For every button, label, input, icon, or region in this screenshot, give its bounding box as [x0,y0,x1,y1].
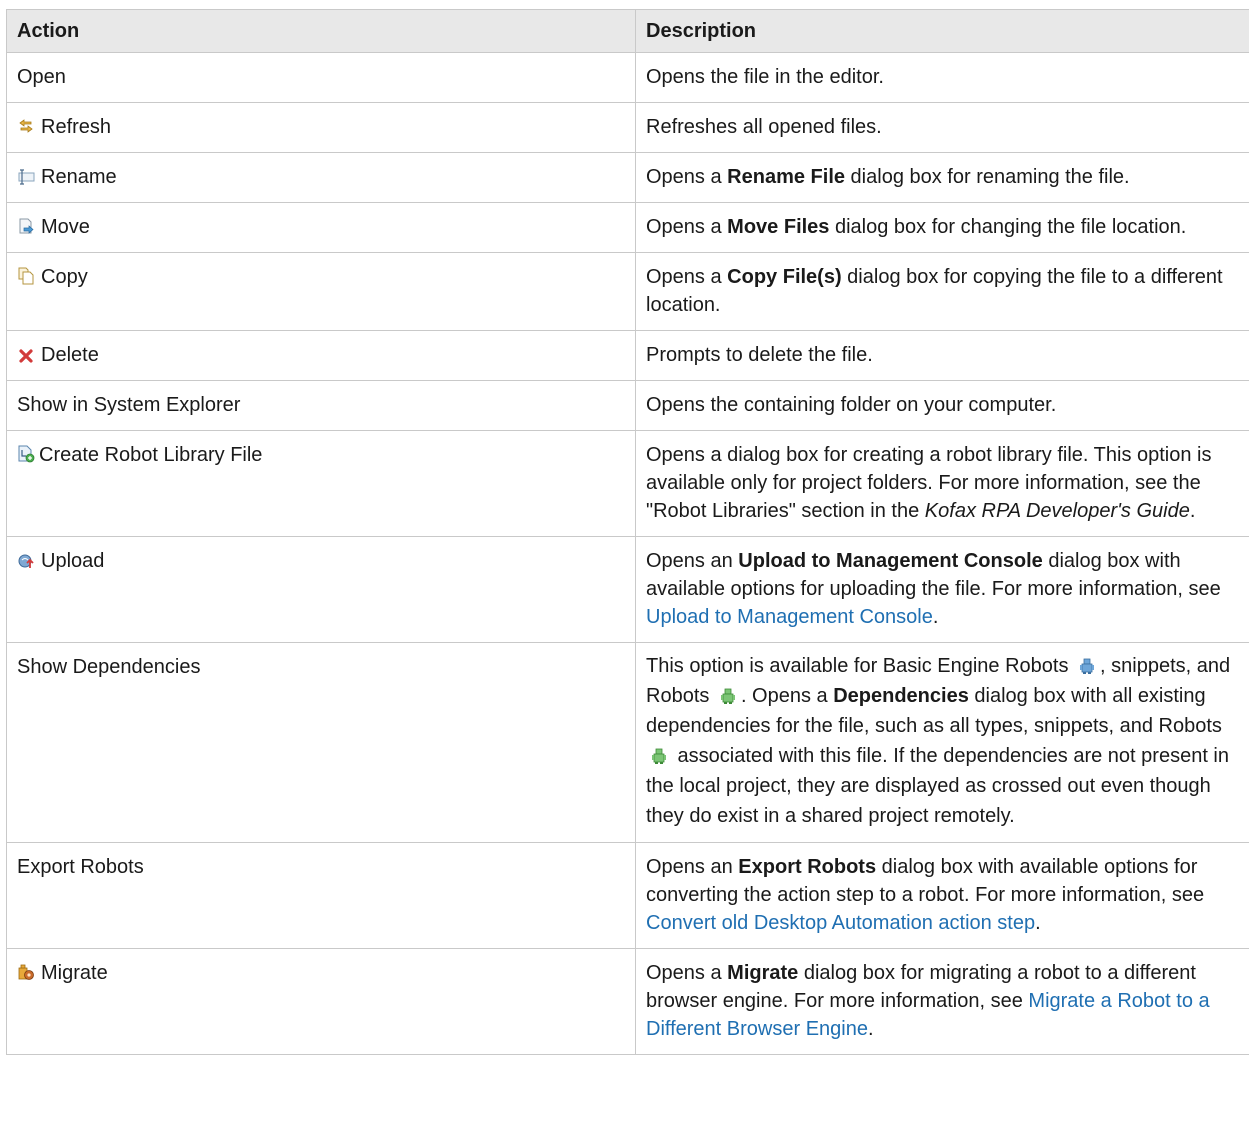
description-text: dialog box for changing the file locatio… [829,216,1187,238]
description-text: Opens an [646,550,739,572]
description-text: Refreshes all opened files. [646,116,882,138]
action-label: Create Robot Library File [39,444,263,466]
action-cell: Rename [6,152,636,203]
table-row: Create Robot Library File Opens a dialog… [6,430,1249,537]
table-row: Export Robots Opens an Export Robots dia… [6,842,1249,949]
description-column-header: Description [635,9,1249,53]
description-cell: Opens the file in the editor. [635,52,1249,103]
table-row: Upload Opens an Upload to Management Con… [6,536,1249,643]
upload-to-management-console-link[interactable]: Upload to Management Console [646,606,933,628]
move-icon [17,217,35,235]
guide-title: Kofax RPA Developer's Guide [924,500,1190,522]
action-label: Show in System Explorer [17,394,241,416]
description-text: dialog box for renaming the file. [845,166,1130,188]
description-cell: Opens the containing folder on your comp… [635,380,1249,431]
table-row: Move Opens a Move Files dialog box for c… [6,202,1249,253]
rename-icon [17,167,35,185]
description-bold: Export Robots [738,856,877,878]
table-row: Show Dependencies This option is availab… [6,642,1249,843]
action-label: Move [41,216,90,238]
action-label: Copy [41,266,88,288]
table-row: Refresh Refreshes all opened files. [6,102,1249,153]
file-actions-table: Action Description Open Opens the file i… [6,9,1249,1055]
description-text: . [1189,500,1196,522]
description-cell: Opens a dialog box for creating a robot … [635,430,1249,537]
action-cell: Show in System Explorer [6,380,636,431]
table-row: Rename Opens a Rename File dialog box fo… [6,152,1249,203]
action-label: Delete [41,344,99,366]
copy-icon [17,267,35,285]
action-column-header: Action [6,9,636,53]
description-text: Opens an [646,856,739,878]
description-text: associated with this file. If the depend… [646,745,1230,827]
table-row: Delete Prompts to delete the file. [6,330,1249,381]
action-label: Show Dependencies [17,656,201,678]
action-label: Migrate [41,962,108,984]
action-cell: Migrate [6,948,636,1055]
description-cell: Opens a Copy File(s) dialog box for copy… [635,252,1249,331]
description-text: Opens the containing folder on your comp… [646,394,1057,416]
robot-icon [719,687,737,705]
description-cell: Opens an Export Robots dialog box with a… [635,842,1249,949]
description-cell: This option is available for Basic Engin… [635,642,1249,843]
description-text: . Opens a [740,685,834,707]
table-header-row: Action Description [6,9,1249,53]
description-text: Opens the file in the editor. [646,66,884,88]
description-text: Opens a [646,962,728,984]
migrate-icon [17,963,35,981]
description-text: This option is available for Basic Engin… [646,655,1075,677]
action-label: Export Robots [17,856,144,878]
description-text: . [867,1018,874,1040]
description-text: Opens a [646,266,728,288]
description-cell: Refreshes all opened files. [635,102,1249,153]
action-cell: Export Robots [6,842,636,949]
description-bold: Copy File(s) [727,266,842,288]
action-cell: Delete [6,330,636,381]
description-text: Prompts to delete the file. [646,344,873,366]
action-label: Open [17,66,66,88]
description-bold: Dependencies [833,685,969,707]
action-label: Upload [41,550,105,572]
table-row: Show in System Explorer Opens the contai… [6,380,1249,431]
action-cell: Refresh [6,102,636,153]
delete-icon [17,345,35,363]
description-cell: Opens a Move Files dialog box for changi… [635,202,1249,253]
action-cell: Upload [6,536,636,643]
description-bold: Migrate [727,962,799,984]
action-label: Refresh [41,116,112,138]
description-bold: Move Files [727,216,830,238]
action-cell: Move [6,202,636,253]
description-text: Opens a [646,216,728,238]
action-cell: Create Robot Library File [6,430,636,537]
refresh-icon [17,117,35,135]
convert-desktop-automation-link[interactable]: Convert old Desktop Automation action st… [646,912,1035,934]
description-cell: Prompts to delete the file. [635,330,1249,381]
robot-icon [650,747,668,765]
description-cell: Opens an Upload to Management Console di… [635,536,1249,643]
table-row: Migrate Opens a Migrate dialog box for m… [6,948,1249,1055]
action-cell: Open [6,52,636,103]
robot-library-file-icon [17,445,35,463]
description-bold: Upload to Management Console [738,550,1043,572]
action-label: Rename [41,166,117,188]
description-text: . [932,606,939,628]
description-cell: Opens a Migrate dialog box for migrating… [635,948,1249,1055]
description-bold: Rename File [727,166,845,188]
description-text: Opens a [646,166,728,188]
action-cell: Show Dependencies [6,642,636,843]
upload-icon [17,551,35,569]
action-cell: Copy [6,252,636,331]
description-text: . [1035,912,1041,934]
basic-engine-robot-icon [1078,657,1096,675]
description-cell: Opens a Rename File dialog box for renam… [635,152,1249,203]
table-row: Copy Opens a Copy File(s) dialog box for… [6,252,1249,331]
table-row: Open Opens the file in the editor. [6,52,1249,103]
